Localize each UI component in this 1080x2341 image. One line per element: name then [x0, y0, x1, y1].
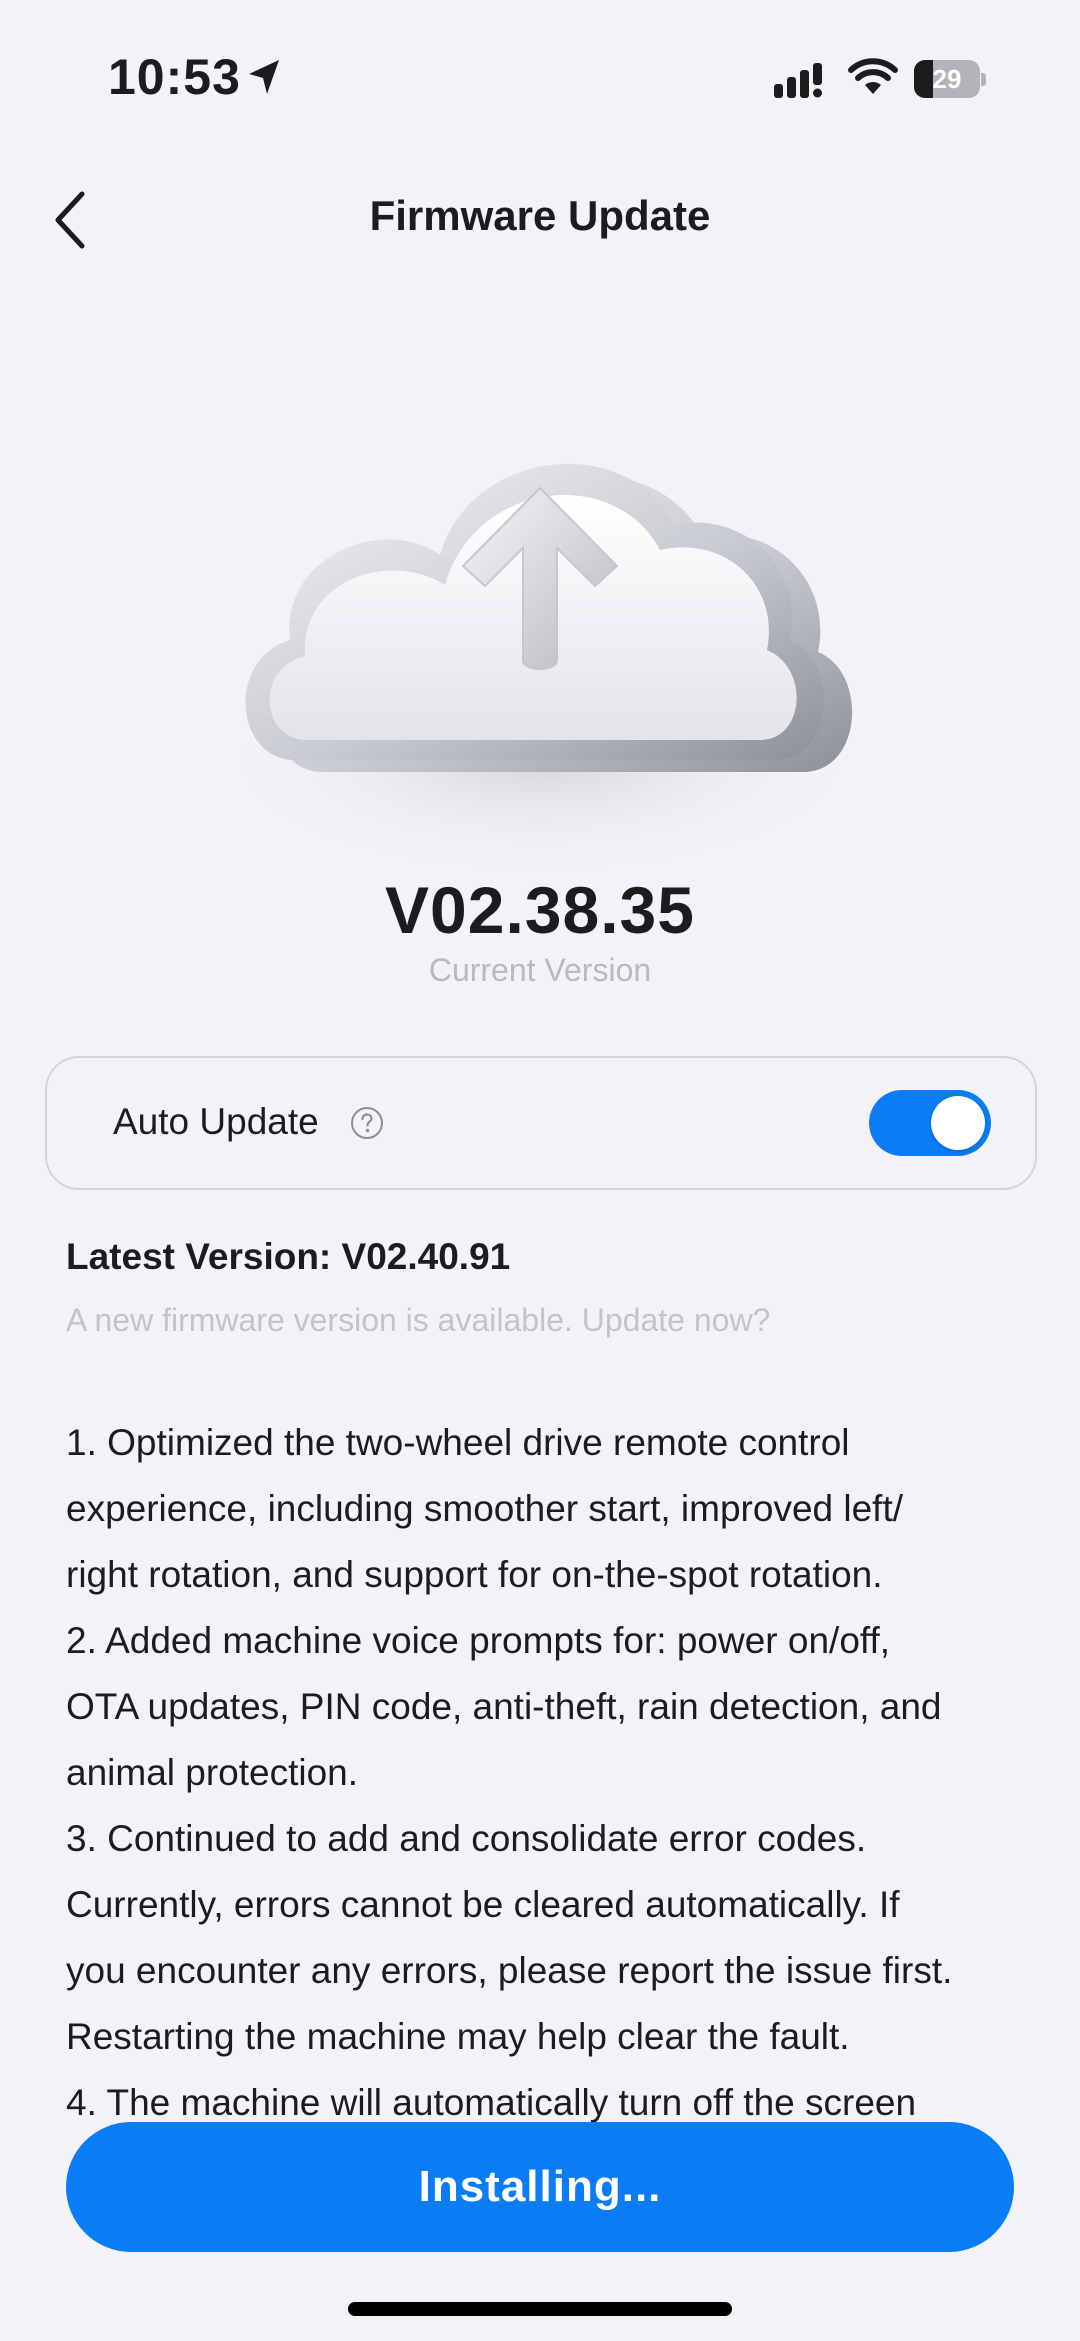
toggle-knob [931, 1096, 985, 1150]
battery-icon: 29 [914, 60, 986, 98]
latest-version-subtitle: A new firmware version is available. Upd… [66, 1302, 771, 1338]
page-title: Firmware Update [369, 192, 711, 239]
release-note-line: OTA updates, PIN code, anti-theft, rain … [66, 1686, 942, 1727]
cloud-upload-icon [210, 463, 870, 880]
release-note-line: animal protection. [66, 1752, 359, 1793]
auto-update-label: Auto Update [113, 1101, 319, 1142]
cellular-signal-icon [774, 63, 822, 98]
wifi-icon [848, 58, 898, 94]
release-note-line: 2. Added machine voice prompts for: powe… [66, 1620, 891, 1661]
home-indicator[interactable] [348, 2302, 732, 2316]
current-version-label: Current Version [428, 952, 652, 988]
install-button[interactable]: Installing... [66, 2122, 1014, 2252]
release-note-line: 3. Continued to add and consolidate erro… [66, 1818, 867, 1859]
release-notes: 1. Optimized the two-wheel drive remote … [66, 1410, 1046, 2122]
auto-update-toggle[interactable] [869, 1090, 991, 1156]
current-version-number: V02.38.35 [385, 873, 695, 947]
status-bar: 10:53 29 [0, 0, 1080, 160]
location-arrow-icon [249, 60, 279, 94]
release-note-line: 1. Optimized the two-wheel drive remote … [66, 1422, 850, 1463]
release-note-line: you encounter any errors, please report … [66, 1950, 953, 1991]
release-note-line: 4. The machine will automatically turn o… [66, 2082, 917, 2122]
release-note-line: Currently, errors cannot be cleared auto… [66, 1884, 900, 1925]
release-note-line: Restarting the machine may help clear th… [66, 2016, 850, 2057]
release-note-line: right rotation, and support for on-the-s… [66, 1554, 883, 1595]
firmware-update-screen: 10:53 29 Firmware Update V02.38.35 Curre… [0, 0, 1080, 2341]
question-circle-icon[interactable] [349, 1105, 385, 1141]
latest-version-title: Latest Version: V02.40.91 [66, 1236, 511, 1277]
auto-update-card: Auto Update [45, 1056, 1037, 1190]
battery-level: 29 [932, 64, 962, 94]
status-time: 10:53 [108, 49, 241, 105]
release-note-line: experience, including smoother start, im… [66, 1488, 904, 1529]
